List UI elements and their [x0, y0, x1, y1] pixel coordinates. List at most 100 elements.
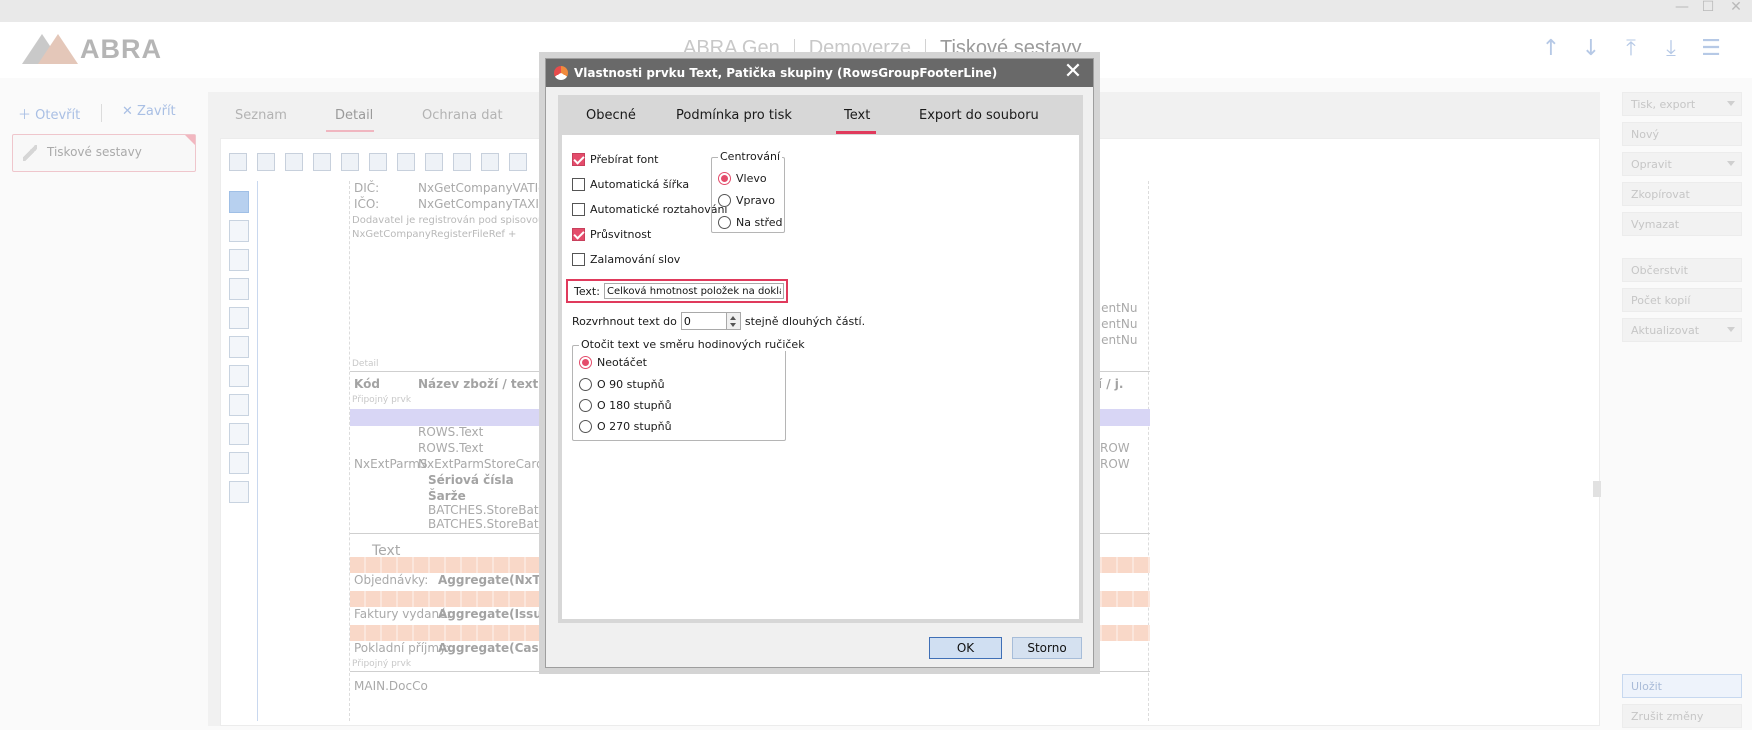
band-text[interactable]: NxGetCompanyRegisterFileRef +	[352, 229, 516, 240]
stepper-up-icon[interactable]	[729, 316, 736, 320]
band-tool-icon[interactable]	[229, 153, 247, 171]
tab-podminka-pro-tisk[interactable]: Podmínka pro tisk	[676, 108, 792, 123]
band-tool-icon[interactable]	[257, 153, 275, 171]
copy-tool-icon[interactable]	[397, 153, 415, 171]
split-parts-stepper[interactable]	[680, 312, 741, 330]
cancel-button[interactable]: Storno	[1012, 637, 1082, 659]
tab-ochrana-dat[interactable]: Ochrana dat	[422, 108, 503, 123]
checkbox-checked-icon[interactable]	[572, 227, 585, 241]
refresh-button[interactable]: Občerstvit	[1622, 258, 1742, 282]
radio-vpravo[interactable]: Vpravo	[718, 192, 775, 208]
tab-export-do-souboru[interactable]: Export do souboru	[919, 108, 1039, 123]
band-text[interactable]: Aggregate(NxTrim	[438, 573, 562, 587]
close-icon[interactable]: ✕	[1061, 61, 1085, 85]
breadcrumb-item-company[interactable]: Demoverze	[809, 37, 911, 59]
radio-o-90[interactable]: O 90 stupňů	[579, 376, 665, 392]
radio-selected-icon[interactable]	[579, 355, 592, 369]
stepper-buttons[interactable]	[726, 312, 741, 330]
expression-element-icon[interactable]	[229, 249, 249, 271]
band-text[interactable]: IČO:	[354, 197, 379, 211]
variable-element-icon[interactable]	[229, 336, 249, 358]
band-text[interactable]: NxGetCompanyTAXIde	[418, 197, 554, 211]
open-button[interactable]: ＋ Otevřít	[18, 104, 80, 123]
ok-button[interactable]: OK	[929, 637, 1002, 659]
line-element-icon[interactable]	[229, 365, 249, 387]
minimize-icon[interactable]: —	[1668, 0, 1696, 14]
tab-detail[interactable]: Detail	[335, 108, 373, 123]
breadcrumb-item-app[interactable]: ABRA Gen	[683, 37, 780, 59]
radio-icon[interactable]	[579, 398, 592, 412]
band-text[interactable]: NxGetCompanyVATIde	[418, 181, 553, 195]
delete-button[interactable]: Vymazat	[1622, 212, 1742, 236]
checkbox-automaticke-roztahovani[interactable]: Automatické roztahování	[572, 201, 727, 217]
band-text[interactable]: Objednávky:	[354, 573, 428, 587]
radio-icon[interactable]	[718, 193, 731, 207]
image-element-icon[interactable]	[229, 307, 249, 329]
band-text[interactable]: Pokladní příjmy:	[354, 641, 449, 655]
radio-icon[interactable]	[579, 419, 592, 433]
band-text[interactable]: MAIN.DocCo	[354, 679, 428, 693]
radio-icon[interactable]	[579, 377, 592, 391]
open-document-item[interactable]: Tiskové sestavy	[12, 134, 196, 172]
copy-button[interactable]: Zkopírovat	[1622, 182, 1742, 206]
pointer-tool-icon[interactable]	[229, 191, 249, 213]
band-text[interactable]: ROW	[1100, 457, 1130, 471]
band-text[interactable]: IdentNu	[1090, 301, 1137, 315]
move-tool-icon[interactable]	[453, 153, 471, 171]
designer-scrollbar[interactable]	[1593, 181, 1601, 721]
column-header[interactable]: Kód	[354, 377, 380, 391]
barcode-element-icon[interactable]	[229, 394, 249, 416]
radio-icon[interactable]	[718, 215, 731, 229]
band-text[interactable]: IdentNu	[1090, 333, 1137, 347]
shape-element-icon[interactable]	[229, 452, 249, 474]
tab-text[interactable]: Text	[844, 108, 870, 123]
checkbox-zalamovani-slov[interactable]: Zalamování slov	[572, 251, 680, 267]
split-parts-input[interactable]	[680, 312, 727, 330]
save-button[interactable]: Uložit	[1622, 674, 1742, 698]
copies-button[interactable]: Počet kopií	[1622, 288, 1742, 312]
band-text[interactable]: NxExtParmS	[354, 457, 428, 471]
arrow-up-icon[interactable]: ↑	[1538, 36, 1564, 62]
checkbox-checked-icon[interactable]	[572, 152, 585, 166]
band-tool-icon[interactable]	[313, 153, 331, 171]
radio-selected-icon[interactable]	[718, 171, 731, 185]
update-button[interactable]: Aktualizovat	[1622, 318, 1742, 342]
image-element-icon[interactable]	[229, 278, 249, 300]
band-text[interactable]: Faktury vydané:	[354, 607, 450, 621]
radio-o-180[interactable]: O 180 stupňů	[579, 397, 672, 413]
new-button[interactable]: Nový	[1622, 122, 1742, 146]
close-window-icon[interactable]: ✕	[1722, 0, 1750, 14]
radio-vlevo[interactable]: Vlevo	[718, 170, 767, 186]
checkbox-automaticka-sirka[interactable]: Automatická šířka	[572, 176, 689, 192]
arrow-down-icon[interactable]: ↓	[1578, 36, 1604, 62]
band-text[interactable]: IdentNu	[1090, 317, 1137, 331]
edit-button[interactable]: Opravit	[1622, 152, 1742, 176]
print-export-button[interactable]: Tisk, export	[1622, 92, 1742, 116]
discard-changes-button[interactable]: Zrušit změny	[1622, 704, 1742, 728]
band-text[interactable]: Šarže	[428, 489, 466, 503]
delete-tool-icon[interactable]	[481, 153, 499, 171]
band-text[interactable]: Aggregate(Issued	[438, 607, 559, 621]
scrollbar-thumb[interactable]	[1593, 481, 1601, 497]
radio-o-270[interactable]: O 270 stupňů	[579, 418, 672, 434]
arrow-first-icon[interactable]: ⤒	[1618, 36, 1644, 62]
checkbox-icon[interactable]	[572, 252, 585, 266]
band-text[interactable]: ROW	[1100, 441, 1130, 455]
band-text[interactable]: DIČ:	[354, 181, 379, 195]
radio-neotacet[interactable]: Neotáčet	[579, 354, 647, 370]
checkbox-prebirat-font[interactable]: Přebírat font	[572, 151, 659, 167]
maximize-icon[interactable]: ☐	[1694, 0, 1722, 14]
paste-tool-icon[interactable]	[425, 153, 443, 171]
close-button[interactable]: ✕ Zavřít	[122, 104, 176, 119]
band-text[interactable]: NxExtParmStoreCard(	[418, 457, 548, 471]
text-element-icon[interactable]	[229, 220, 249, 242]
tab-obecne[interactable]: Obecné	[586, 108, 636, 123]
radio-na-stred[interactable]: Na střed	[718, 214, 783, 230]
band-tool-icon[interactable]	[285, 153, 303, 171]
band-text[interactable]: ROWS.Text	[418, 425, 483, 439]
band-text[interactable]: Sériová čísla	[428, 473, 514, 487]
checkbox-icon[interactable]	[572, 177, 585, 191]
text-tool-icon[interactable]	[509, 153, 527, 171]
chart-element-icon[interactable]	[229, 423, 249, 445]
tab-seznam[interactable]: Seznam	[235, 108, 287, 123]
